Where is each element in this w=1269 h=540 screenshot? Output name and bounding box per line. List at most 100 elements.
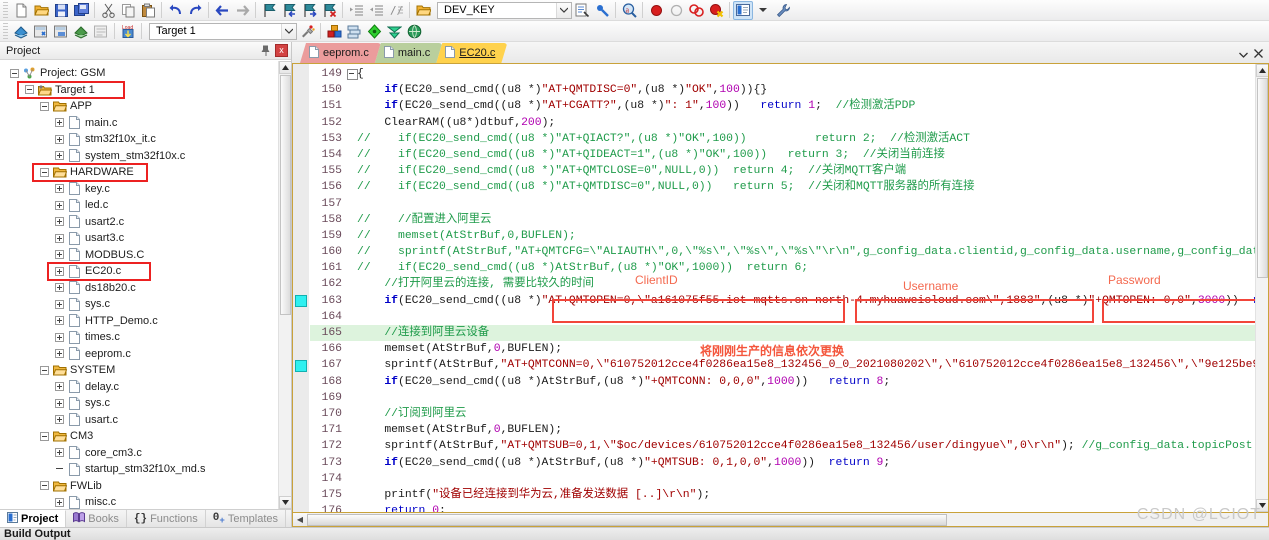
tree-node[interactable]: Target 1 (4, 82, 278, 99)
toolbar-grip[interactable] (3, 23, 8, 39)
save-all-icon[interactable] (71, 1, 91, 20)
code-line[interactable]: 162 //打开阿里云的连接, 需要比较久的时间 (310, 276, 1255, 292)
load-icon[interactable]: Load (118, 22, 138, 41)
dropdown-arrow-icon[interactable] (753, 1, 773, 20)
breakpoint-gutter[interactable] (293, 64, 310, 512)
project-tab-books[interactable]: Books (66, 510, 127, 527)
manage-components-icon[interactable] (324, 22, 344, 41)
tree-node[interactable]: usart.c (4, 412, 278, 429)
code-line[interactable]: 164 (310, 309, 1255, 325)
scrollbar-thumb[interactable] (279, 75, 291, 315)
open-file-icon[interactable] (31, 1, 51, 20)
target-select[interactable]: Target 1 (149, 22, 297, 40)
find-in-files-icon[interactable]: a (619, 1, 639, 20)
scroll-down-arrow-icon[interactable] (1255, 499, 1268, 512)
code-line[interactable]: 150 if(EC20_send_cmd((u8 *)"AT+QMTDISC=0… (310, 82, 1255, 98)
collapse-toggle-icon[interactable] (40, 431, 49, 441)
expand-toggle-icon[interactable] (55, 250, 64, 260)
tree-node[interactable]: main.c (4, 115, 278, 132)
tree-node[interactable]: ds18b20.c (4, 280, 278, 297)
tree-node[interactable]: HARDWARE (4, 164, 278, 181)
collapse-toggle-icon[interactable] (40, 167, 49, 177)
expand-toggle-icon[interactable] (55, 497, 64, 507)
translate-icon[interactable] (11, 22, 31, 41)
indent-icon[interactable] (346, 1, 366, 20)
bookmark-prev-icon[interactable] (279, 1, 299, 20)
target-options-icon[interactable] (297, 22, 317, 41)
tree-node[interactable]: APP (4, 98, 278, 115)
expand-toggle-icon[interactable] (55, 398, 64, 408)
tree-node[interactable]: sys.c (4, 296, 278, 313)
code-editor[interactable]: 149 {150 if(EC20_send_cmd((u8 *)"AT+QMTDI… (292, 64, 1269, 513)
cut-icon[interactable] (98, 1, 118, 20)
code-line[interactable]: 159 // memset(AtStrBuf,0,BUFLEN); (310, 228, 1255, 244)
tree-node[interactable]: usart3.c (4, 230, 278, 247)
code-line[interactable]: 168 if(EC20_send_cmd((u8 *)AtStrBuf,(u8 … (310, 374, 1255, 390)
expand-toggle-icon[interactable] (55, 266, 64, 276)
breakpoint-marker[interactable] (295, 359, 307, 372)
dev-key-combo[interactable]: DEV_KEY (437, 1, 572, 19)
bookmark-next-icon[interactable] (299, 1, 319, 20)
code-line[interactable]: 170 //订阅到阿里云 (310, 406, 1255, 422)
code-line[interactable]: 167 sprintf(AtStrBuf,"AT+QMTCONN=0,\"610… (310, 357, 1255, 373)
code-line[interactable]: 166 memset(AtStrBuf,0,BUFLEN); (310, 341, 1255, 357)
project-panel-tabs[interactable]: Project Books{} Functions 0+ Templates (0, 509, 291, 527)
insert-bookmark-icon[interactable] (572, 1, 592, 20)
code-line[interactable]: 172 sprintf(AtStrBuf,"AT+QMTSUB=0,1,\"$o… (310, 438, 1255, 454)
window-layout-icon[interactable] (733, 0, 753, 20)
code-line[interactable]: 153 // if(EC20_send_cmd((u8 *)"AT+QIACT?"… (310, 131, 1255, 147)
editor-tab-eeprom-c[interactable]: eeprom.c (300, 43, 381, 63)
code-scroll-area[interactable]: 149 {150 if(EC20_send_cmd((u8 *)"AT+QMTDI… (310, 64, 1255, 512)
expand-toggle-icon[interactable] (55, 299, 64, 309)
expand-toggle-icon[interactable] (55, 448, 64, 458)
manage-project-items-icon[interactable] (344, 22, 364, 41)
code-line[interactable]: 163 if(EC20_send_cmd((u8 *)"AT+QMTOPEN=0… (310, 293, 1255, 309)
project-tree[interactable]: Project: GSM Target 1 APP main.c stm32f10x_i… (0, 61, 278, 509)
build-icon[interactable] (31, 22, 51, 41)
tree-node[interactable]: system_stm32f10x.c (4, 148, 278, 165)
editor-tabstrip[interactable]: eeprom.c main.c EC20.c (292, 42, 1269, 64)
tree-node[interactable]: FWLib (4, 478, 278, 495)
toolbar-grip[interactable] (3, 2, 8, 18)
expand-toggle-icon[interactable] (55, 415, 64, 425)
code-line[interactable]: 161 // if(EC20_send_cmd((u8 *)AtStrBuf,(u… (310, 260, 1255, 276)
tree-node[interactable]: EC20.c (4, 263, 278, 280)
tree-node[interactable]: startup_stm32f10x_md.s (4, 461, 278, 478)
tree-node[interactable]: eeprom.c (4, 346, 278, 363)
expand-toggle-icon[interactable] (55, 316, 64, 326)
tabstrip-controls[interactable] (1239, 49, 1269, 63)
undo-icon[interactable] (165, 1, 185, 20)
project-tab-functions[interactable]: {} Functions (127, 510, 206, 527)
project-tab-templates[interactable]: 0+ Templates (206, 510, 287, 527)
tree-node[interactable]: Project: GSM (4, 65, 278, 82)
batch-build-icon[interactable] (71, 22, 91, 41)
code-line[interactable]: 157 (310, 196, 1255, 212)
paste-icon[interactable] (138, 1, 158, 20)
project-tab-project[interactable]: Project (0, 510, 67, 527)
tree-node[interactable]: sys.c (4, 395, 278, 412)
tree-node[interactable]: SYSTEM (4, 362, 278, 379)
scroll-down-arrow-icon[interactable] (278, 496, 291, 509)
code-line[interactable]: 176 return 0; (310, 503, 1255, 512)
scroll-left-arrow-icon[interactable]: ◀ (293, 513, 307, 526)
collapse-toggle-icon[interactable] (40, 365, 49, 375)
tree-node[interactable]: led.c (4, 197, 278, 214)
code-line[interactable]: 158 // //配置进入阿里云 (310, 212, 1255, 228)
close-icon[interactable]: x (275, 44, 288, 57)
code-line[interactable]: 169 (310, 390, 1255, 406)
expand-toggle-icon[interactable] (55, 283, 64, 293)
scroll-up-arrow-icon[interactable] (278, 61, 291, 74)
redo-icon[interactable] (185, 1, 205, 20)
expand-toggle-icon[interactable] (55, 233, 64, 243)
code-line[interactable]: 152 ClearRAM((u8*)dtbuf,200); (310, 115, 1255, 131)
tree-node[interactable]: core_cm3.c (4, 445, 278, 462)
bookmark-clear-icon[interactable] (319, 1, 339, 20)
chevron-down-icon[interactable] (556, 2, 571, 18)
tree-node[interactable]: times.c (4, 329, 278, 346)
tabstrip-close-icon[interactable] (1254, 49, 1263, 61)
tree-node[interactable]: usart2.c (4, 214, 278, 231)
pin-icon[interactable] (260, 45, 272, 57)
code-line[interactable]: 149 { (310, 66, 1255, 82)
tree-node[interactable]: stm32f10x_it.c (4, 131, 278, 148)
code-line[interactable]: 165 //连接到阿里云设备 (310, 325, 1255, 342)
